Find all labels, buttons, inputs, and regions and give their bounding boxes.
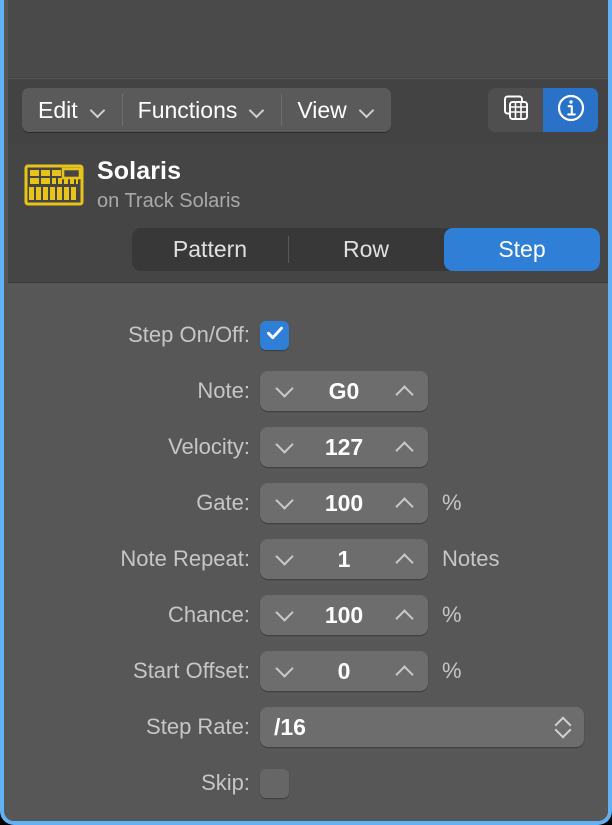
tab-row[interactable]: Row (288, 228, 444, 271)
info-button[interactable] (543, 88, 598, 132)
chance-value[interactable]: 100 (294, 602, 394, 629)
menu-view[interactable]: View (281, 88, 390, 132)
label-velocity: Velocity: (8, 434, 260, 460)
chevron-down-icon[interactable] (274, 384, 294, 398)
chevron-up-icon[interactable] (394, 496, 414, 510)
label-skip: Skip: (8, 770, 260, 796)
chance-unit: % (442, 602, 462, 628)
chevron-up-down-icon (554, 714, 572, 740)
note-repeat-value[interactable]: 1 (294, 546, 394, 573)
gate-value[interactable]: 100 (294, 490, 394, 517)
label-note-repeat: Note Repeat: (8, 546, 260, 572)
instrument-name: Solaris (97, 157, 181, 186)
chance-stepper[interactable]: 100 (260, 595, 428, 635)
tab-step[interactable]: Step (444, 228, 600, 271)
note-repeat-unit: Notes (442, 546, 499, 572)
note-stepper[interactable]: G0 (260, 371, 428, 411)
velocity-value[interactable]: 127 (294, 434, 394, 461)
step-parameters-panel: Step On/Off: Note: G0 Velocity: 127 (8, 284, 612, 817)
chevron-down-icon (90, 105, 106, 115)
label-gate: Gate: (8, 490, 260, 516)
step-rate-select[interactable]: /16 (260, 707, 584, 747)
plugin-window: Edit Functions View (0, 0, 612, 825)
menu-edit-label: Edit (38, 97, 78, 124)
menu-functions-label: Functions (138, 97, 238, 124)
row-velocity: Velocity: 127 (8, 425, 612, 469)
menu-functions[interactable]: Functions (122, 88, 282, 132)
chevron-down-icon[interactable] (274, 608, 294, 622)
chevron-up-icon[interactable] (394, 608, 414, 622)
label-step-rate: Step Rate: (8, 714, 260, 740)
label-note: Note: (8, 378, 260, 404)
start-offset-value[interactable]: 0 (294, 658, 394, 685)
grid-stack-icon (501, 93, 531, 128)
step-rate-value: /16 (274, 714, 554, 741)
checkmark-icon (264, 322, 286, 349)
menu-edit[interactable]: Edit (22, 88, 122, 132)
label-chance: Chance: (8, 602, 260, 628)
step-on-off-checkbox[interactable] (260, 321, 289, 350)
chevron-down-icon[interactable] (274, 664, 294, 678)
instrument-header: Solaris on Track Solaris Pattern Row Ste… (8, 144, 612, 283)
skip-checkbox[interactable] (260, 769, 289, 798)
info-circle-icon (556, 93, 586, 128)
tab-pattern[interactable]: Pattern (132, 228, 288, 271)
row-skip: Skip: (8, 761, 612, 805)
start-offset-stepper[interactable]: 0 (260, 651, 428, 691)
row-chance: Chance: 100 % (8, 593, 612, 637)
chevron-up-icon[interactable] (394, 552, 414, 566)
label-start-offset: Start Offset: (8, 658, 260, 684)
window-title-strip (8, 0, 612, 78)
start-offset-unit: % (442, 658, 462, 684)
row-note-repeat: Note Repeat: 1 Notes (8, 537, 612, 581)
pattern-browser-button[interactable] (488, 88, 543, 132)
row-start-offset: Start Offset: 0 % (8, 649, 612, 693)
label-step-on-off: Step On/Off: (8, 322, 260, 348)
chevron-up-icon[interactable] (394, 440, 414, 454)
menu-bar: Edit Functions View (22, 88, 391, 132)
chevron-up-icon[interactable] (394, 384, 414, 398)
row-gate: Gate: 100 % (8, 481, 612, 525)
chevron-down-icon (249, 105, 265, 115)
row-step-rate: Step Rate: /16 (8, 705, 612, 749)
toolbar-buttons (488, 88, 598, 132)
menu-view-label: View (297, 97, 346, 124)
chevron-down-icon[interactable] (274, 552, 294, 566)
view-tabs: Pattern Row Step (132, 228, 600, 271)
row-note: Note: G0 (8, 369, 612, 413)
gate-stepper[interactable]: 100 (260, 483, 428, 523)
step-sequencer-icon (24, 164, 84, 206)
chevron-down-icon (359, 105, 375, 115)
chevron-up-icon[interactable] (394, 664, 414, 678)
toolbar: Edit Functions View (8, 79, 612, 144)
chevron-down-icon[interactable] (274, 496, 294, 510)
instrument-track: on Track Solaris (97, 190, 240, 213)
row-step-on-off: Step On/Off: (8, 313, 612, 357)
note-repeat-stepper[interactable]: 1 (260, 539, 428, 579)
chevron-down-icon[interactable] (274, 440, 294, 454)
gate-unit: % (442, 490, 462, 516)
velocity-stepper[interactable]: 127 (260, 427, 428, 467)
note-value[interactable]: G0 (294, 378, 394, 405)
